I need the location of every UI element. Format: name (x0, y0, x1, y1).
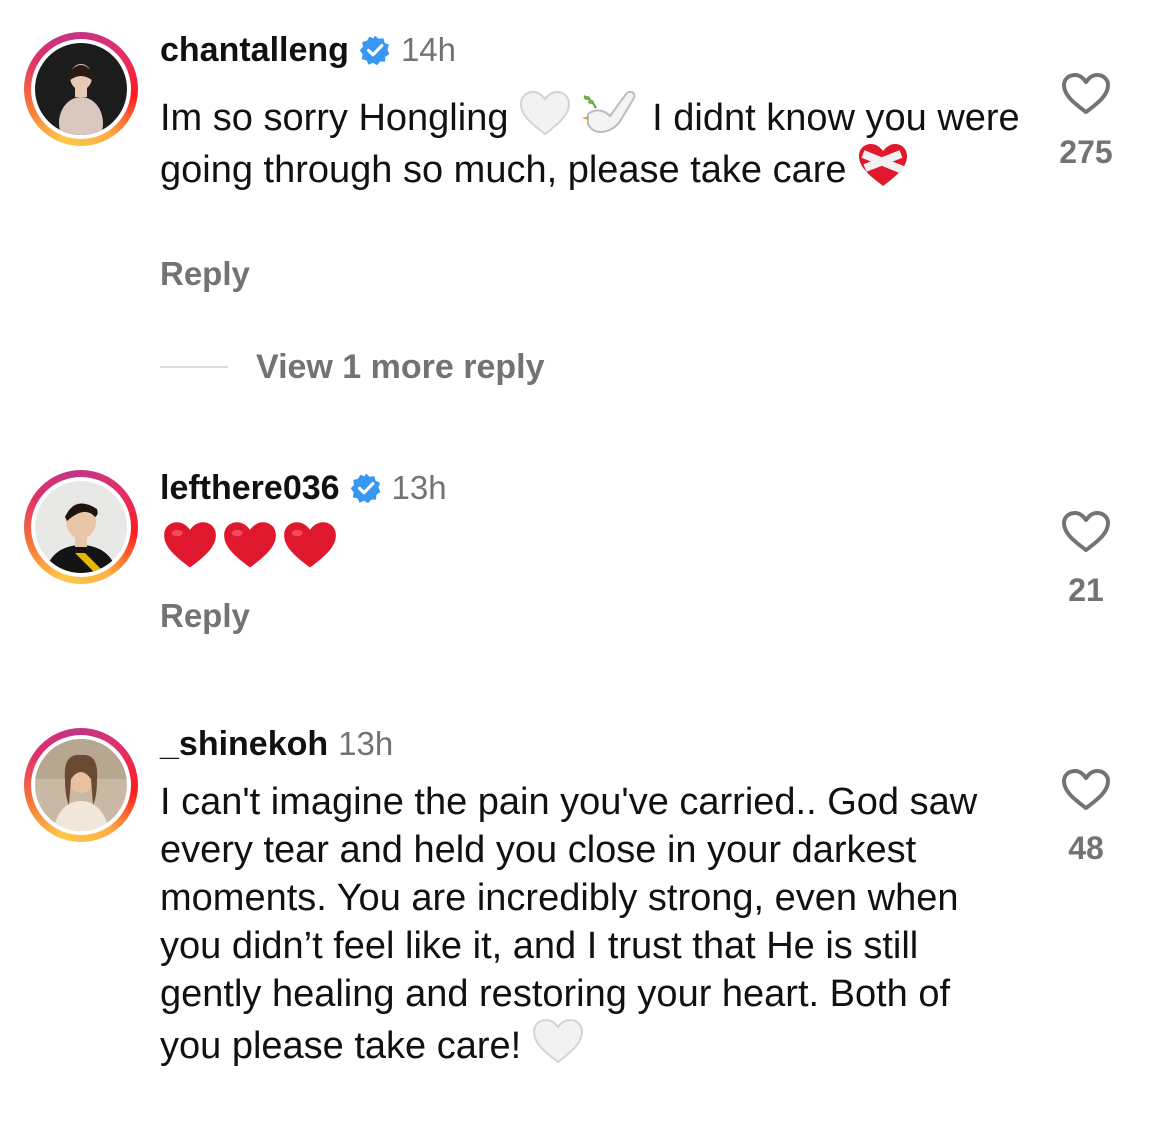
avatar-photo (35, 481, 127, 573)
comment-text: Im so sorry Hongling I didnt know you we… (160, 86, 1020, 194)
comment-text (160, 520, 1020, 576)
avatar[interactable] (24, 728, 138, 842)
mending-heart-icon (859, 144, 908, 186)
timestamp: 13h (338, 725, 394, 762)
avatar-photo (35, 43, 127, 135)
verified-badge-icon (359, 35, 390, 66)
avatar[interactable] (24, 470, 138, 584)
like-count: 275 (1059, 134, 1113, 170)
like-button[interactable]: 275 (1040, 72, 1132, 171)
red-heart-icon (164, 522, 216, 568)
verified-badge-icon (350, 473, 380, 504)
reply-button[interactable]: Reply (160, 597, 250, 635)
white-heart-icon (520, 90, 571, 136)
reply-button[interactable]: Reply (160, 255, 250, 293)
heart-outline-icon (1062, 511, 1110, 552)
username[interactable]: lefthere036 (160, 469, 340, 508)
like-button[interactable]: 21 (1040, 510, 1132, 609)
comment-text: I can't imagine the pain you've carried.… (160, 781, 978, 1067)
heart-outline-icon (1062, 769, 1110, 810)
view-more-replies-label[interactable]: View 1 more reply (256, 348, 545, 387)
username[interactable]: chantalleng (160, 31, 349, 70)
white-heart-icon (532, 1018, 583, 1064)
like-button[interactable]: 48 (1040, 768, 1132, 867)
timestamp: 14h (400, 31, 456, 68)
red-heart-icon (224, 522, 276, 568)
red-heart-icon (284, 522, 336, 568)
view-more-replies[interactable]: View 1 more reply (160, 345, 545, 389)
divider (160, 366, 228, 368)
username[interactable]: _shinekoh (160, 725, 328, 764)
timestamp: 13h (391, 469, 447, 506)
like-count: 21 (1068, 572, 1104, 608)
avatar-photo (35, 739, 127, 831)
like-count: 48 (1068, 830, 1104, 866)
dove-icon (581, 90, 635, 134)
heart-outline-icon (1062, 73, 1110, 114)
avatar[interactable] (24, 32, 138, 146)
